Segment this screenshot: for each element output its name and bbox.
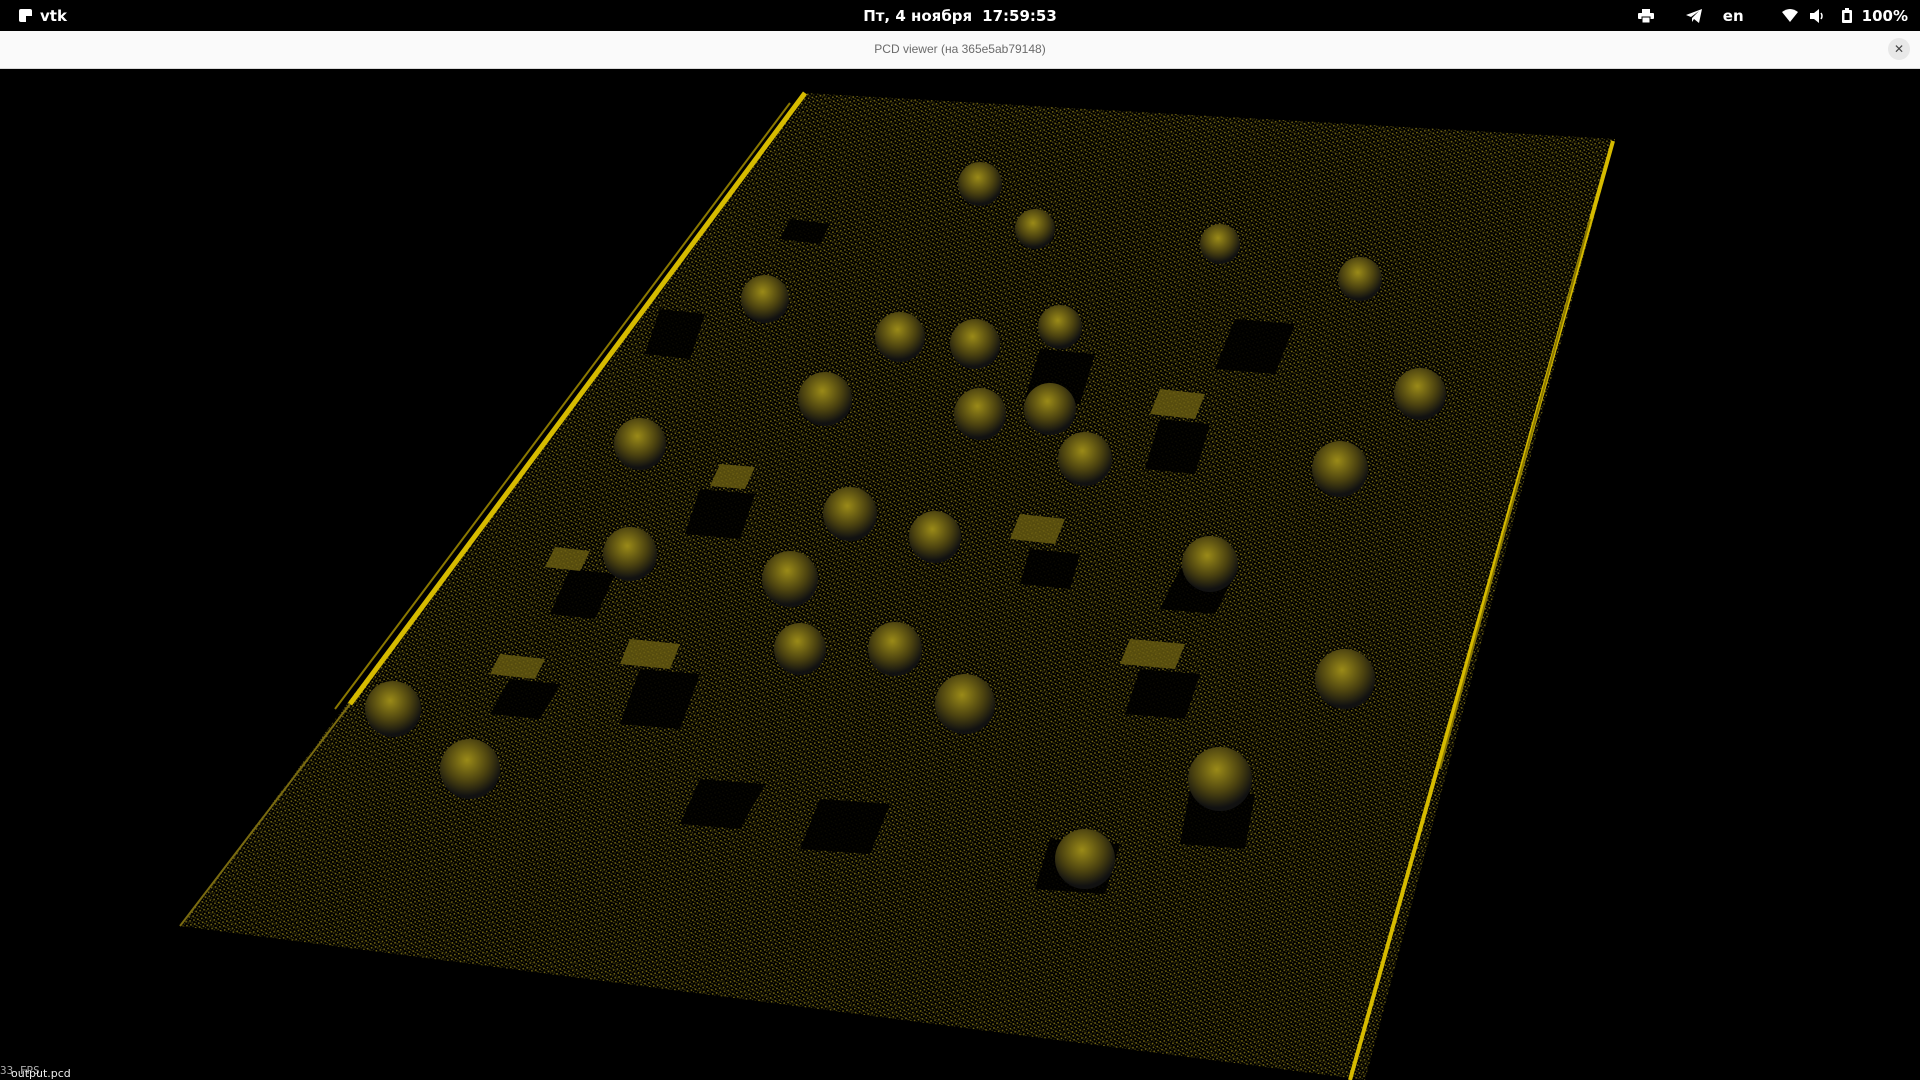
system-tray: en 100% xyxy=(1631,0,1908,31)
top-panel: vtk Пт, 4 ноября 17:59:53 en 100% xyxy=(0,0,1920,31)
close-button[interactable]: ✕ xyxy=(1888,38,1910,60)
wifi-icon[interactable] xyxy=(1778,0,1802,31)
battery-icon[interactable] xyxy=(1836,0,1858,31)
window-titlebar[interactable]: PCD viewer (на 365e5ab79148) ✕ xyxy=(0,31,1920,69)
volume-icon[interactable] xyxy=(1806,0,1830,31)
point-cloud-render xyxy=(179,91,1615,1080)
app-icon xyxy=(19,9,32,22)
clock-date[interactable]: Пт, 4 ноября xyxy=(863,7,972,25)
close-icon: ✕ xyxy=(1893,42,1905,56)
vtk-render-viewport[interactable]: 33 FPS output.pcd xyxy=(0,69,1920,1080)
language-indicator[interactable]: en xyxy=(1723,0,1744,31)
clock-time[interactable]: 17:59:53 xyxy=(982,7,1057,25)
cloud-label: output.pcd xyxy=(11,1067,71,1080)
telegram-icon[interactable] xyxy=(1679,0,1709,31)
printer-icon[interactable] xyxy=(1631,0,1661,31)
app-name: vtk xyxy=(40,6,67,25)
window-title: PCD viewer (на 365e5ab79148) xyxy=(874,42,1046,56)
battery-percentage: 100% xyxy=(1861,6,1908,25)
app-menu[interactable]: vtk xyxy=(19,0,67,31)
